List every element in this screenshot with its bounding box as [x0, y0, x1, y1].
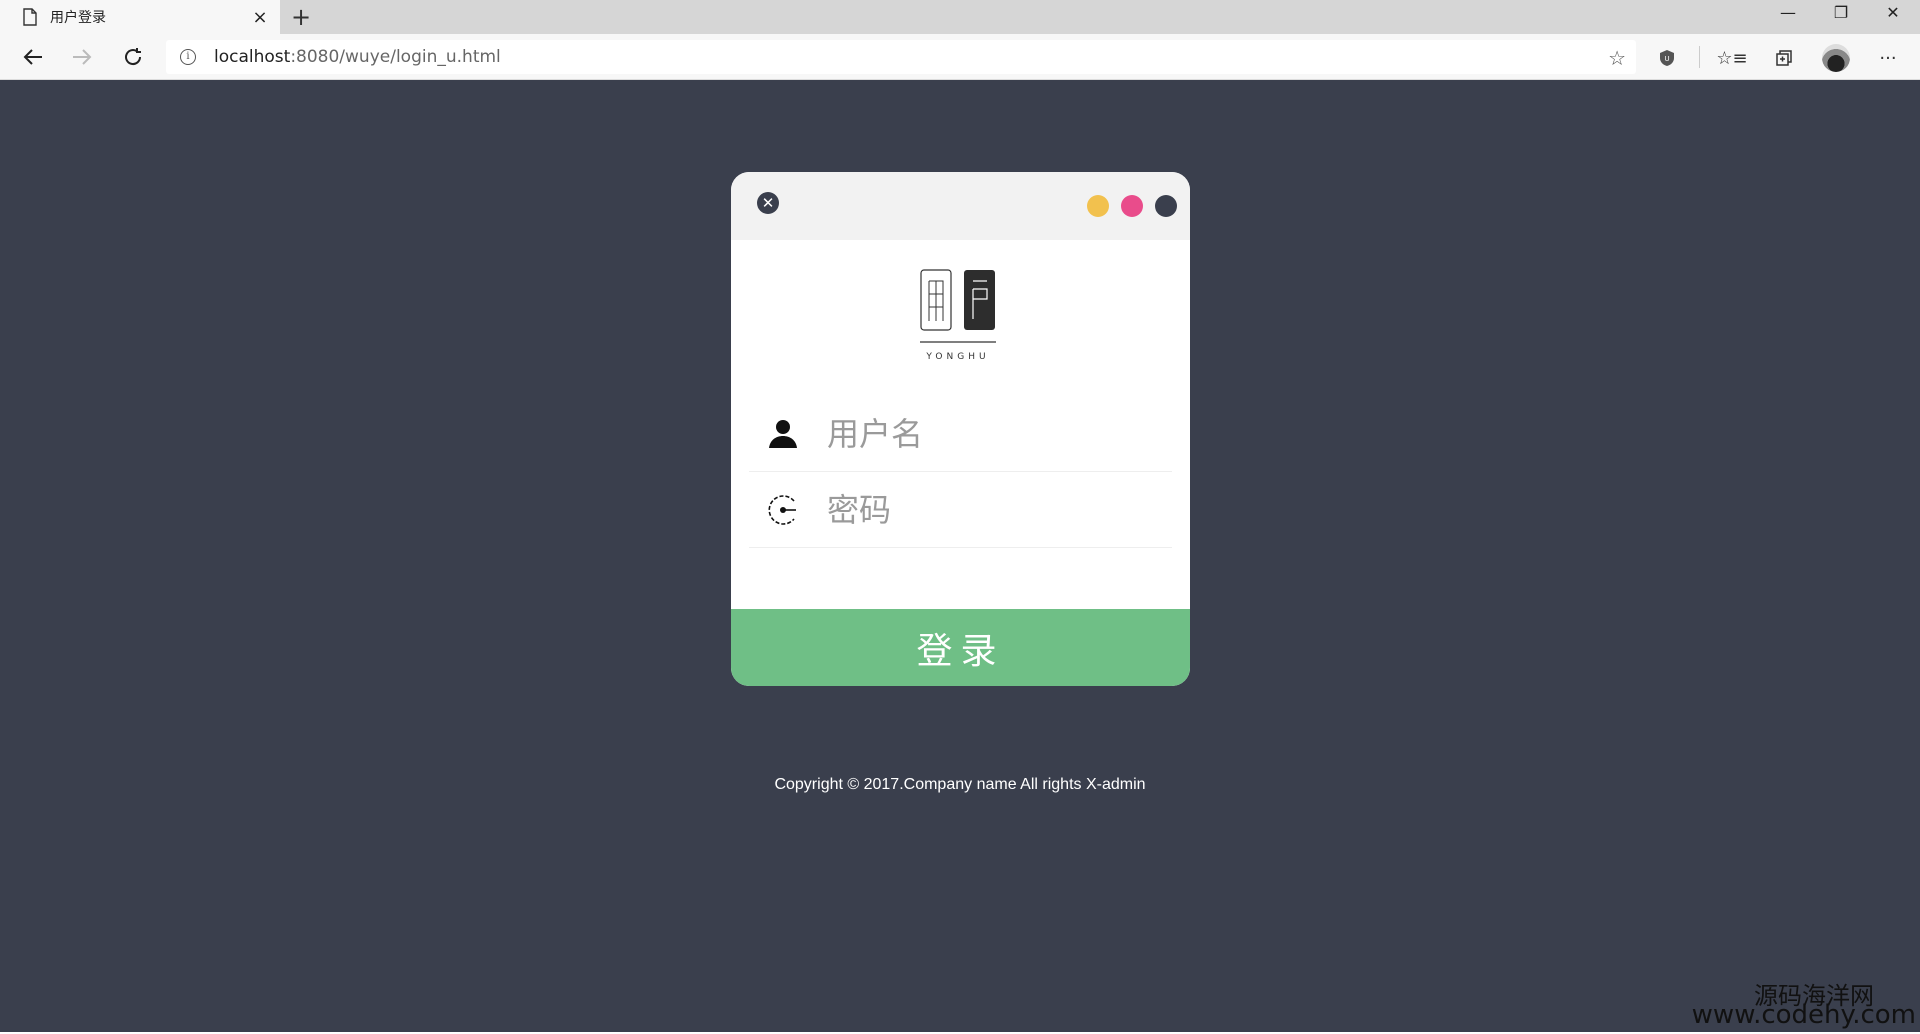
minimize-button[interactable]: — — [1763, 0, 1813, 28]
forward-button[interactable] — [67, 42, 97, 72]
favorites-icon[interactable]: ☆≡ — [1716, 44, 1747, 72]
new-tab-button[interactable]: + — [286, 3, 316, 31]
yellow-dot — [1087, 195, 1109, 217]
back-button[interactable] — [18, 42, 48, 72]
tab-close-icon[interactable]: × — [250, 7, 270, 28]
dark-dot — [1155, 195, 1177, 217]
lock-icon — [765, 492, 801, 528]
favorite-star-icon[interactable]: ☆ — [1608, 46, 1626, 70]
password-input[interactable] — [827, 490, 1147, 529]
profile-avatar[interactable] — [1822, 44, 1850, 72]
back-arrow-icon — [23, 49, 42, 65]
shield-extension-icon[interactable]: U — [1653, 44, 1681, 72]
logo-text: YONGHU — [925, 352, 989, 362]
username-row — [749, 396, 1172, 472]
restore-button[interactable]: ❐ — [1816, 0, 1866, 28]
username-input[interactable] — [827, 414, 1147, 453]
login-card: ✕ YONGHU 登录 — [731, 172, 1190, 686]
pink-dot — [1121, 195, 1143, 217]
forward-arrow-icon — [73, 49, 92, 65]
browser-tab[interactable]: 用户登录 × — [0, 0, 280, 34]
yonghu-logo: YONGHU — [920, 269, 996, 362]
svg-text:U: U — [1664, 55, 1669, 63]
login-button[interactable]: 登录 — [731, 609, 1190, 686]
refresh-icon — [125, 48, 142, 66]
refresh-button[interactable] — [118, 42, 148, 72]
more-menu-icon[interactable]: ··· — [1874, 44, 1902, 72]
url-host: localhost — [214, 47, 291, 67]
window-close-button[interactable]: ✕ — [1868, 0, 1918, 28]
password-row — [749, 472, 1172, 548]
tab-title: 用户登录 — [50, 10, 106, 26]
browser-toolbar: i localhost:8080/wuye/login_u.html ☆ U ☆… — [0, 34, 1920, 80]
address-bar[interactable]: i localhost:8080/wuye/login_u.html ☆ — [166, 40, 1636, 74]
copyright-text: Copyright © 2017.Company name All rights… — [774, 776, 1146, 793]
watermark-url: www.codehy.com — [1691, 1000, 1916, 1030]
info-icon[interactable]: i — [180, 49, 196, 65]
close-icon[interactable]: ✕ — [757, 192, 779, 214]
login-card-header: ✕ — [731, 172, 1190, 240]
page-icon — [23, 8, 37, 26]
collections-icon[interactable] — [1770, 44, 1798, 72]
collections-glyph — [1776, 50, 1792, 66]
url-path: :8080/wuye/login_u.html — [290, 47, 501, 67]
tab-bar: 用户登录 × + — ❐ ✕ — [0, 0, 1920, 34]
user-icon — [765, 416, 801, 452]
shield-icon: U — [1660, 50, 1674, 66]
toolbar-separator — [1699, 46, 1700, 68]
